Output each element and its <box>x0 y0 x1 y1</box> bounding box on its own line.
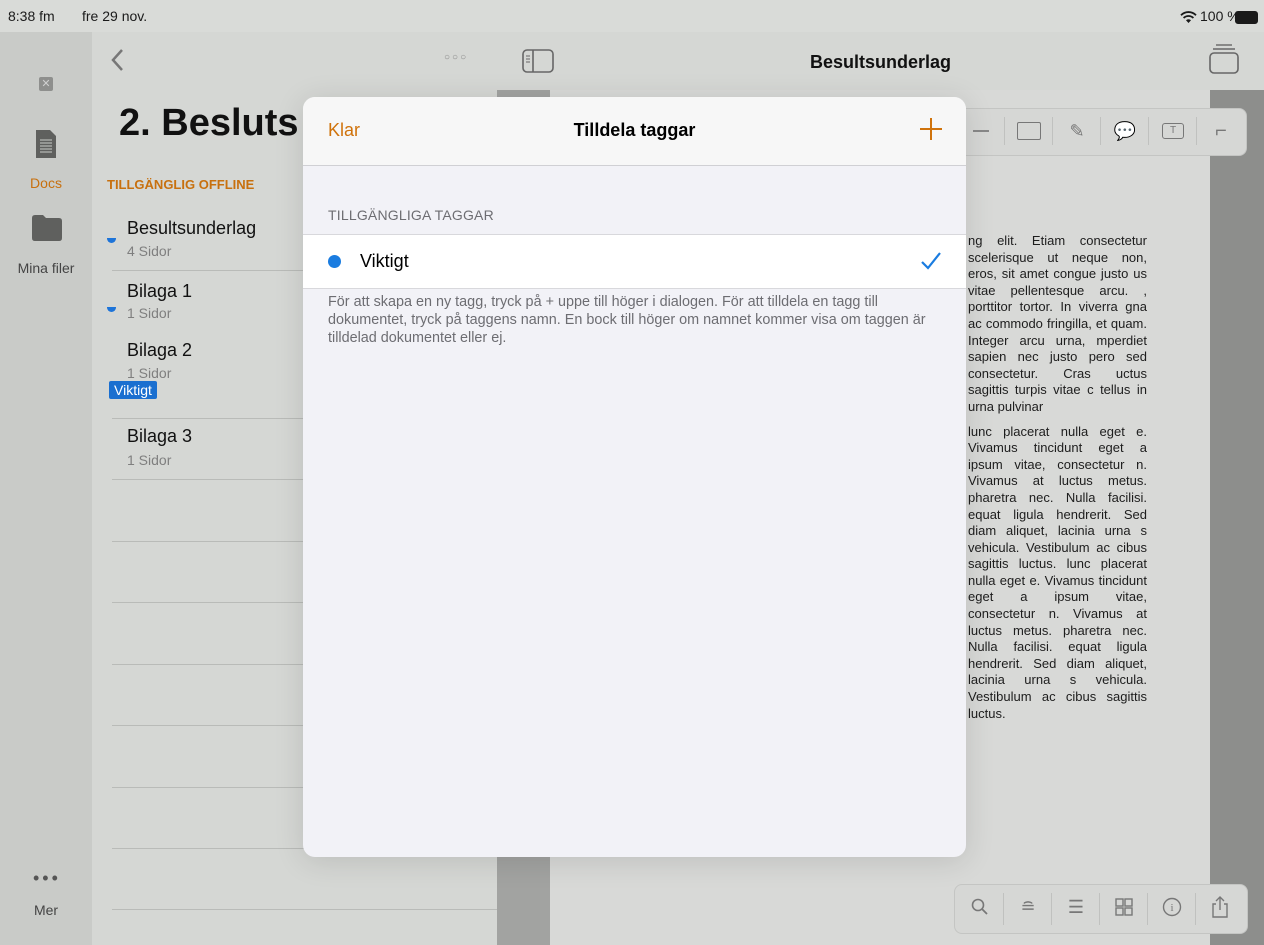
more-options-icon[interactable]: ○○○ <box>444 52 468 63</box>
tag-name: Viktigt <box>360 251 409 271</box>
close-icon[interactable]: ✕ <box>39 77 53 91</box>
divider <box>112 909 497 910</box>
status-date: fre 29 nov. <box>82 8 148 24</box>
checkmark-icon <box>921 252 941 270</box>
bottom-toolbar: ≘ ☰ i <box>954 884 1248 934</box>
status-time: 8:38 fm <box>8 8 55 24</box>
bookmarks-icon[interactable]: ≘ <box>1003 885 1053 929</box>
search-icon[interactable] <box>955 885 1005 929</box>
rail-item-mina-filer[interactable]: Mina filer <box>0 260 92 276</box>
battery-icon <box>1235 11 1258 24</box>
add-tag-button[interactable] <box>918 114 944 144</box>
document-text: ng elit. Etiam consectetur scelerisque u… <box>968 233 1147 730</box>
tags-section-header: TILLGÄNGLIGA TAGGAR <box>328 207 494 223</box>
page-title: 2. Besluts <box>119 102 299 144</box>
sidebar-rail: ✕ Docs Mina filer ••• Mer <box>0 32 92 945</box>
battery-percent: 100 % <box>1200 8 1240 24</box>
grid-icon[interactable] <box>1099 885 1149 929</box>
more-icon[interactable]: ••• <box>33 868 61 889</box>
list-item-subtitle: 4 Sidor <box>127 243 172 259</box>
outline-icon[interactable]: ☰ <box>1051 885 1101 929</box>
list-item-title: Besultsunderlag <box>127 218 257 238</box>
document-icon[interactable] <box>36 130 56 158</box>
back-chevron-icon[interactable] <box>110 48 124 72</box>
document-toolbar: Besultsunderlag <box>497 32 1264 90</box>
list-item-subtitle: 1 Sidor <box>127 452 172 468</box>
section-header: TILLGÄNGLIG OFFLINE <box>107 177 255 192</box>
list-item-subtitle: 1 Sidor <box>127 365 172 381</box>
list-item-title: Bilaga 1 <box>127 281 193 301</box>
unread-indicator <box>107 307 116 312</box>
tabs-icon[interactable] <box>1208 43 1240 75</box>
info-icon[interactable]: i <box>1147 885 1197 929</box>
rectangle-icon[interactable] <box>1004 109 1054 153</box>
list-item-title: Bilaga 2 <box>127 340 193 360</box>
dialog-title: Tilldela taggar <box>573 120 696 140</box>
document-title: Besultsunderlag <box>809 52 952 72</box>
assign-tags-dialog: Klar Tilldela taggar TILLGÄNGLIGA TAGGAR… <box>303 97 966 857</box>
list-item-subtitle: 1 Sidor <box>127 305 172 321</box>
crop-icon[interactable]: ⌐ <box>1196 109 1246 153</box>
rail-item-docs[interactable]: Docs <box>0 175 92 191</box>
wifi-icon <box>1180 11 1197 23</box>
page-margin <box>1210 90 1264 945</box>
share-icon[interactable] <box>1195 885 1245 929</box>
tag-badge: Viktigt <box>109 381 157 399</box>
text-box-icon[interactable]: T <box>1148 109 1198 153</box>
folder-icon[interactable] <box>32 215 62 241</box>
document-paragraph: ng elit. Etiam consectetur scelerisque u… <box>968 233 1147 414</box>
help-text: För att skapa en ny tagg, tryck på + upp… <box>328 294 926 346</box>
comment-icon[interactable]: 💬 <box>1100 109 1150 153</box>
document-paragraph: lunc placerat nulla eget e. Vivamus tinc… <box>968 423 1147 721</box>
annotation-toolbar: ✎ 💬 T ⌐ <box>955 108 1247 156</box>
status-bar: 8:38 fm fre 29 nov. 100 % <box>0 0 1264 32</box>
list-item-title: Bilaga 3 <box>127 426 193 446</box>
rail-item-mer[interactable]: Mer <box>0 902 92 918</box>
tag-row-viktigt[interactable]: Viktigt <box>303 234 966 289</box>
dialog-header: Klar Tilldela taggar <box>303 97 966 166</box>
unread-indicator <box>107 238 116 243</box>
tag-color-dot <box>328 255 341 268</box>
pen-icon[interactable]: ✎ <box>1052 109 1102 153</box>
svg-text:i: i <box>1170 902 1173 914</box>
